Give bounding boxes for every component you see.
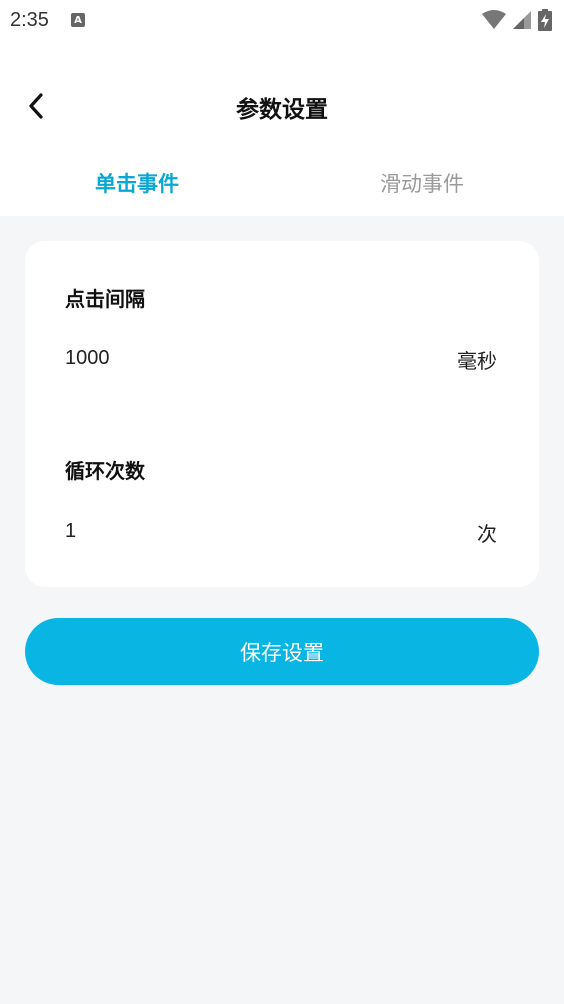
interval-label: 点击间隔 <box>65 287 145 311</box>
status-bar: 2:35 A <box>0 0 564 40</box>
page-title: 参数设置 <box>236 97 328 123</box>
wifi-icon <box>482 10 506 29</box>
save-settings-button[interactable]: 保存设置 <box>25 618 539 685</box>
loop-count-input[interactable] <box>65 515 425 547</box>
interval-unit: 毫秒 <box>457 349 497 373</box>
loop-count-label: 循环次数 <box>65 459 145 483</box>
status-time: 2:35 <box>10 8 49 31</box>
battery-charging-icon <box>538 9 552 31</box>
tab-click-event[interactable]: 单击事件 <box>95 168 179 198</box>
cellular-signal-icon <box>513 11 531 29</box>
screen: 2:35 A 参数设置 单击事件 滑动事件 点击间隔 1000 毫秒 循环次数 … <box>0 0 564 1004</box>
notification-a-icon: A <box>70 13 85 27</box>
tab-swipe-event[interactable]: 滑动事件 <box>380 168 464 198</box>
settings-card: 点击间隔 毫秒 循环次数 次 <box>25 241 539 587</box>
interval-input[interactable] <box>65 342 425 374</box>
status-icons <box>482 9 552 31</box>
loop-count-unit: 次 <box>477 522 497 546</box>
header: 参数设置 单击事件 滑动事件 <box>0 40 564 216</box>
